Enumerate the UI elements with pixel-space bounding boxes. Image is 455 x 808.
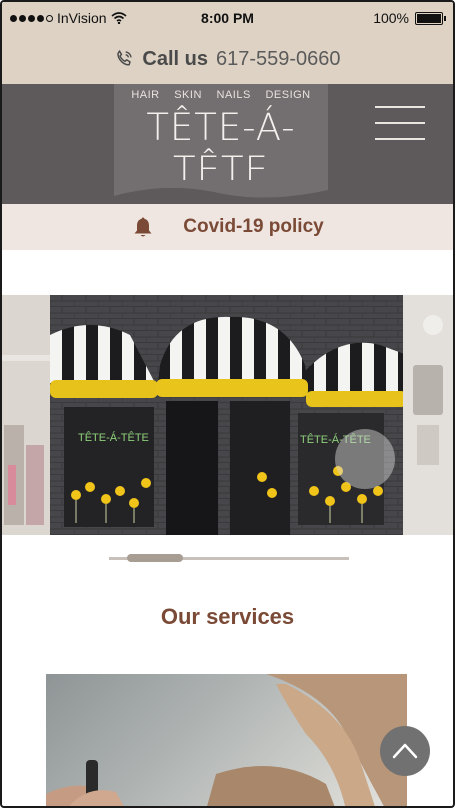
hero-carousel[interactable]: TÊTE-Á-TÊTE TÊTE-Á-TÊTE (2, 295, 453, 535)
services-photo (46, 674, 407, 806)
logo-tag: DESIGN (265, 89, 311, 101)
phone-frame: InVision 8:00 PM 100% Call us 617-559-06… (0, 0, 455, 808)
logo-tag: NAILS (216, 89, 251, 101)
storefront-sign-left: TÊTE-Á-TÊTE (78, 431, 149, 444)
services-heading: Our services (160, 604, 295, 629)
bell-icon (134, 217, 152, 237)
brand-logo[interactable]: HAIR SKIN NAILS DESIGN TÊTE-Á-TÊTE (114, 84, 328, 198)
chevron-up-icon (392, 743, 418, 759)
phone-icon (117, 50, 133, 66)
battery-percent: 100% (373, 10, 409, 26)
next-slide-image[interactable] (403, 295, 453, 535)
call-us-bar[interactable]: Call us 617-559-0660 (2, 34, 453, 84)
carousel-progress-thumb[interactable] (127, 554, 184, 562)
battery-status: 100% (373, 10, 446, 26)
status-bar: InVision 8:00 PM 100% (2, 2, 453, 34)
phone-number-link[interactable]: 617-559-0660 (216, 48, 341, 71)
battery-icon (415, 11, 446, 25)
covid-policy-link[interactable]: Covid-19 policy (183, 216, 323, 238)
carousel-next-button[interactable] (335, 429, 395, 489)
hamburger-menu-icon[interactable] (375, 106, 425, 142)
covid-policy-banner[interactable]: Covid-19 policy (2, 204, 453, 250)
logo-ribbon-shape (114, 180, 328, 198)
site-header: HAIR SKIN NAILS DESIGN TÊTE-Á-TÊTE (2, 84, 453, 204)
logo-tag: HAIR (131, 89, 160, 101)
logo-tag: SKIN (174, 89, 202, 101)
previous-slide-image[interactable] (2, 295, 50, 535)
scroll-to-top-button[interactable] (380, 726, 430, 776)
call-us-label: Call us (142, 47, 208, 70)
storefront-photo: TÊTE-Á-TÊTE TÊTE-Á-TÊTE (50, 295, 407, 535)
logo-service-tags: HAIR SKIN NAILS DESIGN (114, 89, 328, 101)
